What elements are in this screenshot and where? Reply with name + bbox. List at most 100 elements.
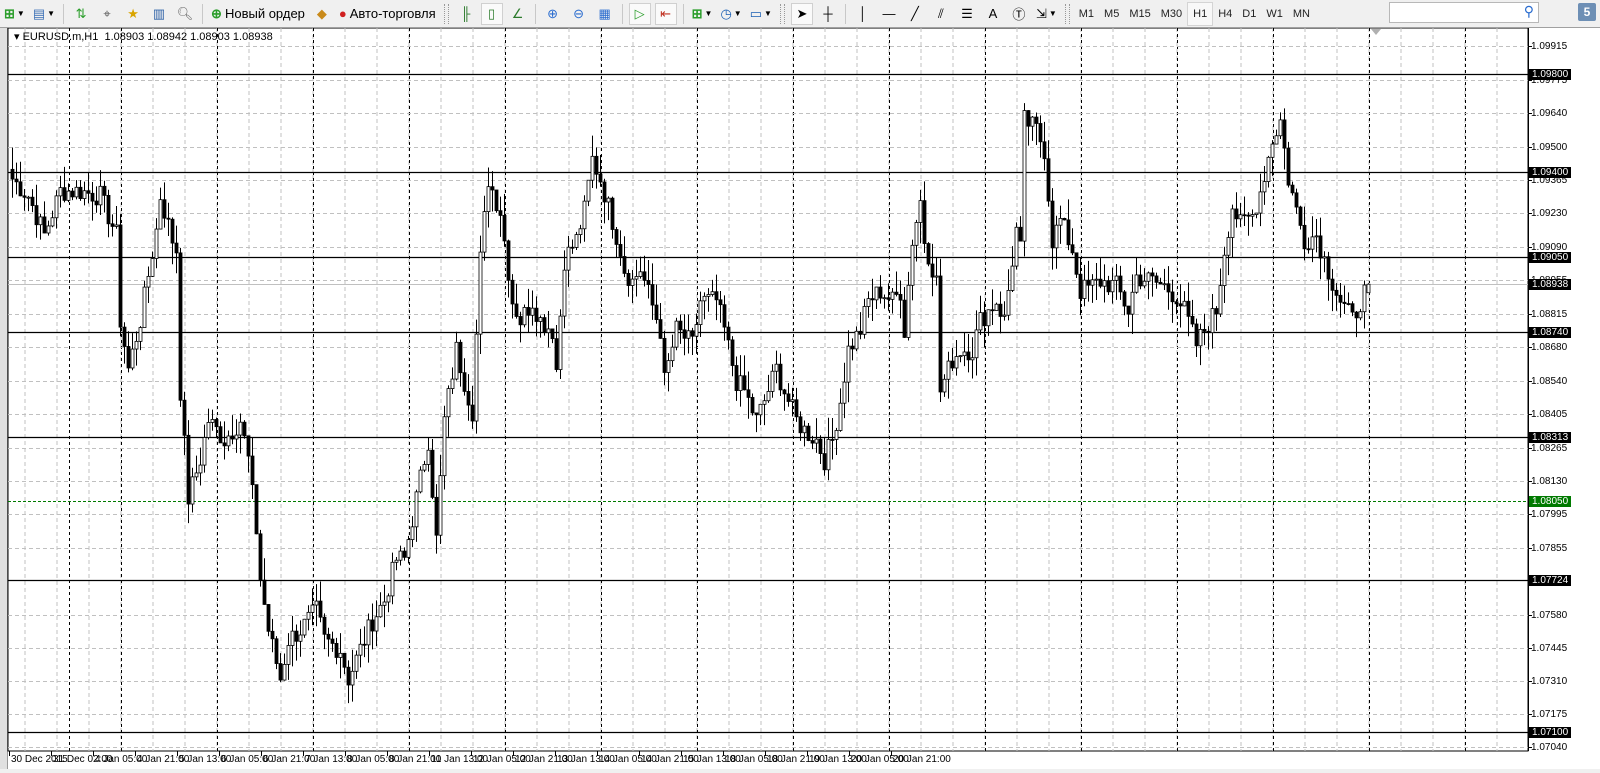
bearish-candle xyxy=(1122,291,1127,307)
bullish-candle xyxy=(382,601,387,606)
zoom-out-icon: ⊖ xyxy=(573,5,585,21)
bar-chart-button[interactable]: ╟ xyxy=(455,3,477,25)
search-input[interactable]: ⚲ xyxy=(1389,2,1539,23)
bearish-candle xyxy=(1350,303,1355,313)
line-chart-button[interactable]: ∠ xyxy=(507,3,529,25)
new-order-label: Новый ордер xyxy=(224,6,305,21)
tester-magnifier-icon: 🔍︎ xyxy=(176,5,194,21)
chart-shift-button[interactable]: ⇤ xyxy=(654,2,677,25)
market-watch-button[interactable]: ⇅ xyxy=(70,3,92,25)
bearish-candle xyxy=(734,365,739,391)
vertical-line-tool-button[interactable]: │ xyxy=(852,3,874,25)
toolbar-grip[interactable] xyxy=(1064,3,1070,24)
timeframe-h1[interactable]: H1 xyxy=(1187,1,1214,26)
zoom-in-button[interactable]: ⊕ xyxy=(542,3,564,25)
bullish-candle xyxy=(478,251,483,335)
bearish-candle xyxy=(1326,256,1331,280)
bearish-candle xyxy=(550,328,555,340)
bearish-candle xyxy=(1190,315,1195,325)
bearish-candle xyxy=(682,329,687,339)
timeframe-mn[interactable]: MN xyxy=(1288,3,1315,25)
main-toolbar: ⊞ ▼ ▤ ▼ ⇅ ⌖ ★ ▥ 🔍︎ ⊕ Новый ордер ◆ ● Авто-то… xyxy=(0,0,1600,28)
bearish-candle xyxy=(598,173,603,183)
navigator-button[interactable]: ★ xyxy=(122,3,144,25)
bearish-candle xyxy=(86,190,91,194)
bearish-candle xyxy=(274,638,279,664)
timeframe-m30[interactable]: M30 xyxy=(1156,3,1187,25)
bullish-candle xyxy=(674,320,679,348)
candlestick-chart-button[interactable]: ▯ xyxy=(480,2,503,25)
bearish-candle xyxy=(1118,275,1123,293)
bearish-candle xyxy=(778,363,783,391)
zoom-out-button[interactable]: ⊖ xyxy=(568,3,590,25)
new-chart-button[interactable]: ⊞ ▼ xyxy=(2,3,27,25)
trendline-icon: ╱ xyxy=(911,5,919,21)
autotrading-button[interactable]: ● Авто-торговля xyxy=(337,3,438,25)
bullish-candle xyxy=(538,317,543,322)
timeframe-m1[interactable]: M1 xyxy=(1074,3,1099,25)
bearish-candle xyxy=(1098,278,1103,287)
text-tool-button[interactable]: A xyxy=(982,3,1004,25)
timeframe-m15[interactable]: M15 xyxy=(1124,3,1155,25)
auto-scroll-button[interactable]: ▷ xyxy=(628,2,651,25)
metaeditor-button[interactable]: ◆ xyxy=(311,3,333,25)
trendline-tool-button[interactable]: ╱ xyxy=(904,3,926,25)
bearish-candle xyxy=(982,312,987,327)
notifications-badge[interactable]: 5 xyxy=(1578,3,1596,21)
strategy-tester-button[interactable]: 🔍︎ xyxy=(174,3,196,25)
bearish-candle xyxy=(330,638,335,644)
bullish-candle xyxy=(74,186,79,198)
bearish-candle xyxy=(646,280,651,285)
bearish-candle xyxy=(1246,214,1251,217)
bullish-candle xyxy=(970,357,975,361)
timeframe-d1[interactable]: D1 xyxy=(1237,3,1261,25)
bullish-candle xyxy=(390,561,395,597)
crosshair-target-icon: ⌖ xyxy=(103,5,111,21)
bullish-candle xyxy=(306,611,311,620)
tile-windows-button[interactable]: ▦ xyxy=(594,3,616,25)
bearish-candle xyxy=(718,299,723,306)
data-window-button[interactable]: ⌖ xyxy=(96,3,118,25)
bearish-candle xyxy=(90,192,95,202)
bullish-candle xyxy=(1014,226,1019,267)
price-chart[interactable] xyxy=(0,0,1600,773)
search-icon[interactable]: ⚲ xyxy=(1524,3,1534,20)
bullish-candle xyxy=(302,618,307,636)
new-order-button[interactable]: ⊕ Новый ордер xyxy=(209,3,307,25)
bearish-candle xyxy=(294,630,299,642)
cursor-tool-button[interactable]: ➤ xyxy=(790,2,813,25)
periods-button[interactable]: ◷ ▼ xyxy=(718,3,743,25)
horizontal-line-tool-button[interactable]: — xyxy=(878,3,900,25)
bullish-candle xyxy=(1262,181,1267,193)
bearish-candle xyxy=(1334,289,1339,296)
bullish-candle xyxy=(710,291,715,295)
bullish-candle xyxy=(1110,279,1115,293)
fibonacci-tool-button[interactable]: ☰ xyxy=(956,3,978,25)
terminal-button[interactable]: ▥ xyxy=(148,3,170,25)
bullish-candle xyxy=(238,421,243,436)
timeframe-w1[interactable]: W1 xyxy=(1261,3,1288,25)
bearish-candle xyxy=(1294,192,1299,208)
timeframe-h4[interactable]: H4 xyxy=(1213,3,1237,25)
bullish-candle xyxy=(978,312,983,331)
bullish-candle xyxy=(426,449,431,465)
bearish-candle xyxy=(22,195,27,198)
arrows-tool-button[interactable]: ⇲ ▼ xyxy=(1034,3,1059,25)
indicators-button[interactable]: ⊞ ▼ xyxy=(690,3,715,25)
profiles-button[interactable]: ▤ ▼ xyxy=(31,3,57,25)
bullish-candle xyxy=(962,351,967,357)
timeframe-m5[interactable]: M5 xyxy=(1099,3,1124,25)
bearish-candle xyxy=(534,307,539,322)
bearish-candle xyxy=(1046,158,1051,202)
equidistant-channel-tool-button[interactable]: ⫽ xyxy=(930,3,952,25)
toolbar-grip[interactable] xyxy=(779,3,785,24)
separator xyxy=(63,3,65,24)
chart-shift-marker[interactable] xyxy=(1371,29,1381,35)
toolbar-grip[interactable] xyxy=(443,3,449,24)
templates-button[interactable]: ▭ ▼ xyxy=(748,3,774,25)
crosshair-tool-button[interactable]: ┼ xyxy=(817,3,839,25)
text-label-tool-button[interactable]: Ⓣ xyxy=(1008,3,1030,25)
bearish-candle xyxy=(1086,279,1091,286)
price-tick-label: 1.08405 xyxy=(1531,408,1568,420)
bearish-candle xyxy=(1034,116,1039,124)
